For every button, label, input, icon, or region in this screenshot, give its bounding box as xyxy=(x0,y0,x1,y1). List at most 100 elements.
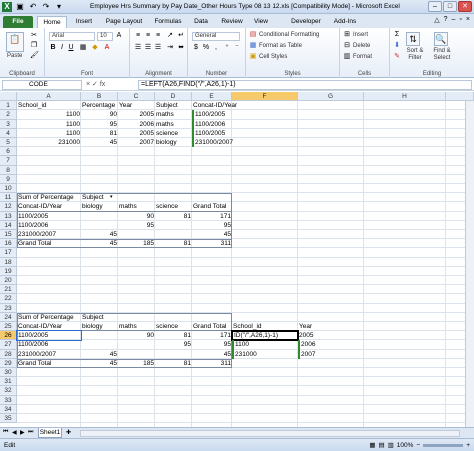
first-sheet-icon[interactable]: ⏮ xyxy=(3,429,8,436)
pivot1-value[interactable] xyxy=(81,221,118,230)
tab-view[interactable]: View xyxy=(250,16,272,28)
pivot1-row-label-cell[interactable]: 1100/2006 xyxy=(17,221,81,230)
vertical-scrollbar[interactable] xyxy=(465,101,474,427)
column-header-d[interactable]: D xyxy=(155,92,192,101)
row-header-18[interactable]: 18 xyxy=(0,257,17,267)
sort-filter-button[interactable]: Sort & Filter xyxy=(404,48,426,62)
pivot2-col-header[interactable]: maths xyxy=(118,322,155,331)
pivot2-col-header[interactable]: science xyxy=(155,322,192,331)
format-as-table-button[interactable]: Format as Table xyxy=(259,43,302,49)
workbook-close-icon[interactable]: × xyxy=(466,16,470,24)
excel-logo-icon[interactable]: X xyxy=(2,2,12,12)
table-cell[interactable]: 2005 xyxy=(118,129,155,138)
pivot2-value[interactable] xyxy=(155,350,192,359)
table-cell[interactable]: maths xyxy=(155,110,192,119)
find-select-icon[interactable]: 🔍 xyxy=(434,32,448,46)
row-header-2[interactable]: 2 xyxy=(0,110,17,120)
autosum-icon[interactable]: Σ xyxy=(393,31,401,39)
table-cell[interactable]: 231000 xyxy=(17,138,81,147)
tab-data[interactable]: Data xyxy=(190,16,212,28)
pivot2-value[interactable] xyxy=(118,350,155,359)
wrap-text-icon[interactable]: ↵ xyxy=(177,32,185,40)
tab-home[interactable]: Home xyxy=(37,16,67,28)
pivot1-col-header[interactable]: science xyxy=(155,202,192,211)
extra-year-cell[interactable]: 2007 xyxy=(298,349,364,359)
tab-insert[interactable]: Insert xyxy=(70,16,98,28)
insert-cells-icon[interactable]: ⊞ xyxy=(343,31,351,39)
align-left-icon[interactable]: ☰ xyxy=(134,44,142,52)
normal-view-icon[interactable]: ▦ xyxy=(369,441,375,449)
table-cell[interactable]: 2006 xyxy=(118,120,155,129)
increase-decimal-icon[interactable]: ⁺ xyxy=(223,44,231,52)
pivot1-value[interactable]: 95 xyxy=(192,221,232,230)
workbook-minimize-icon[interactable]: – xyxy=(452,16,456,24)
prev-sheet-icon[interactable]: ◀ xyxy=(12,429,17,436)
extra-year-cell[interactable]: 2005 xyxy=(298,331,364,340)
pivot2-value[interactable]: 45 xyxy=(192,350,232,359)
table-cell[interactable]: science xyxy=(155,129,192,138)
column-header-i[interactable] xyxy=(446,92,474,101)
table-cell[interactable]: 1100/2005 xyxy=(192,110,232,120)
align-top-icon[interactable]: ≡ xyxy=(134,32,142,40)
pivot1-total[interactable]: 185 xyxy=(118,239,155,248)
pivot1-col-header[interactable]: biology xyxy=(81,202,118,211)
zoom-in-icon[interactable]: + xyxy=(466,442,470,449)
customize-qat-icon[interactable]: ▾ xyxy=(54,2,64,12)
minimize-ribbon-icon[interactable]: △ xyxy=(434,16,439,24)
row-header-17[interactable]: 17 xyxy=(0,248,17,258)
pivot1-value[interactable]: 90 xyxy=(118,212,155,221)
pivot1-value[interactable]: 81 xyxy=(155,212,192,221)
name-box[interactable]: CODE xyxy=(2,80,82,90)
tab-add-ins[interactable]: Add-Ins xyxy=(330,16,360,28)
pivot2-total[interactable]: 185 xyxy=(118,359,155,368)
minimize-button[interactable]: – xyxy=(428,1,442,12)
pivot1-total[interactable]: 45 xyxy=(81,239,118,248)
header-subject[interactable]: Subject xyxy=(155,101,192,110)
extra-year-cell[interactable]: 2006 xyxy=(298,340,364,350)
row-header-8[interactable]: 8 xyxy=(0,165,17,175)
table-cell[interactable]: 90 xyxy=(81,110,118,119)
pivot2-col-header[interactable]: biology xyxy=(81,322,118,331)
worksheet-grid[interactable]: A B C D E F G H 1 2 3 4 5 6 7 8 9 10 11 12 13 14 15 16 1… xyxy=(0,92,474,427)
row-header-35[interactable]: 35 xyxy=(0,414,17,424)
sort-filter-icon[interactable]: ⇅ xyxy=(406,32,420,46)
paste-button[interactable]: Paste xyxy=(7,53,22,59)
delete-cells-button[interactable]: Delete xyxy=(353,43,370,49)
pivot2-total[interactable]: 45 xyxy=(81,359,118,368)
pivot1-row-label[interactable]: Concat-ID/Year xyxy=(17,202,81,211)
close-button[interactable]: ✕ xyxy=(458,1,472,12)
row-header-6[interactable]: 6 xyxy=(0,147,17,157)
tab-review[interactable]: Review xyxy=(218,16,246,28)
row-header-12[interactable]: 12 xyxy=(0,202,17,212)
header-school-id[interactable]: School_id xyxy=(17,101,81,110)
find-select-button[interactable]: Find & Select xyxy=(430,48,454,62)
pivot2-total[interactable]: 311 xyxy=(192,359,232,368)
extra-school-id-cell[interactable]: 231000 xyxy=(232,349,298,359)
select-all-corner[interactable] xyxy=(0,92,17,101)
column-header-c[interactable]: C xyxy=(118,92,155,101)
pivot2-row-label-cell[interactable]: 231000/2007 xyxy=(17,350,81,359)
font-color-icon[interactable]: A xyxy=(103,44,111,52)
row-header-32[interactable]: 32 xyxy=(0,386,17,396)
pivot1-value[interactable]: 45 xyxy=(81,230,118,239)
insert-sheet-icon[interactable]: ✚ xyxy=(66,429,71,436)
grow-font-icon[interactable]: A xyxy=(115,32,123,40)
delete-cells-icon[interactable]: ⊟ xyxy=(343,42,351,50)
table-cell[interactable]: 95 xyxy=(81,120,118,129)
table-cell[interactable]: 2007 xyxy=(118,138,155,147)
pivot1-value[interactable]: 171 xyxy=(192,212,232,221)
merge-center-icon[interactable]: ⬌ xyxy=(177,44,185,52)
copy-icon[interactable]: ❐ xyxy=(30,42,38,50)
bold-button[interactable]: B xyxy=(49,44,57,52)
table-cell[interactable]: 1100 xyxy=(17,110,81,119)
pivot1-row-label-cell[interactable]: 231000/2007 xyxy=(17,230,81,239)
column-header-h[interactable]: H xyxy=(364,92,446,101)
pivot1-value[interactable]: 95 xyxy=(118,221,155,230)
redo-icon[interactable]: ↷ xyxy=(41,2,51,12)
zoom-slider[interactable] xyxy=(423,443,464,447)
table-cell[interactable]: 1100 xyxy=(17,129,81,138)
row-header-7[interactable]: 7 xyxy=(0,156,17,166)
row-header-24[interactable]: 24 xyxy=(0,312,17,322)
row-header-1[interactable]: 1 xyxy=(0,101,17,111)
pivot1-value[interactable]: 45 xyxy=(192,230,232,239)
